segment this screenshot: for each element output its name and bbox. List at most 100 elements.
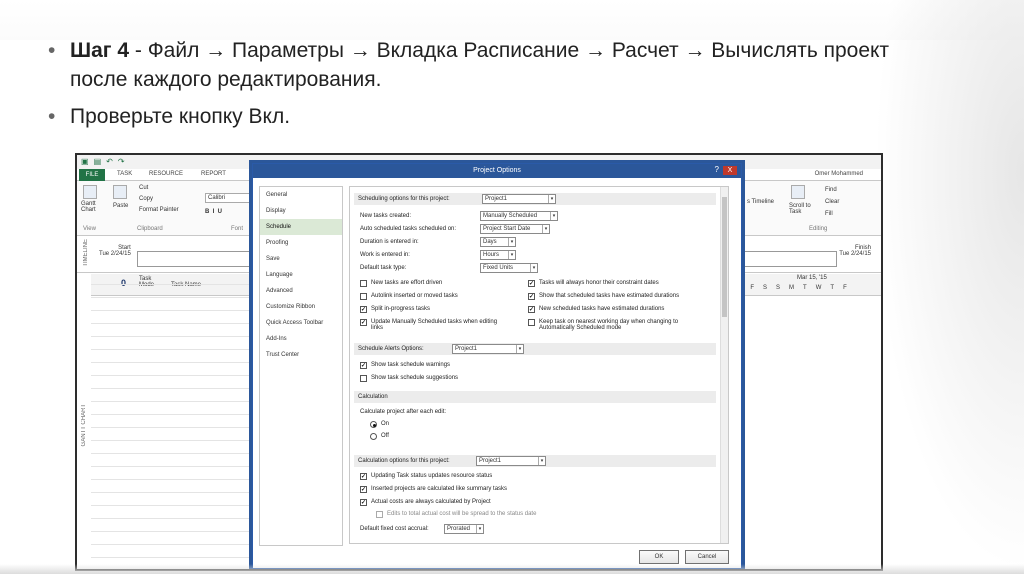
day-label: T — [803, 285, 807, 291]
check-label: New tasks are effort driven — [371, 280, 443, 286]
nav-language[interactable]: Language — [260, 267, 342, 283]
clear-button[interactable]: Clear — [825, 199, 839, 205]
update-manual-checkbox[interactable] — [360, 319, 367, 326]
cut-button[interactable]: Cut — [139, 185, 148, 191]
nav-quick-access-toolbar[interactable]: Quick Access Toolbar — [260, 315, 342, 331]
spread-costs-checkbox[interactable] — [376, 511, 383, 518]
fill-button[interactable]: Fill — [825, 211, 833, 217]
select-value: Hours — [483, 252, 500, 258]
nav-advanced[interactable]: Advanced — [260, 283, 342, 299]
new-estimated-checkbox[interactable] — [528, 306, 535, 313]
duration-units-select[interactable]: Days ▾ — [480, 237, 516, 247]
nav-proofing[interactable]: Proofing — [260, 235, 342, 251]
update-resource-status-checkbox[interactable] — [360, 473, 367, 480]
tab-task[interactable]: TASK — [117, 171, 132, 177]
fixed-cost-select[interactable]: Prorated ▾ — [444, 524, 484, 534]
calc-question: Calculate project after each edit: — [360, 409, 447, 415]
effort-driven-checkbox[interactable] — [360, 280, 367, 287]
calc-project-select[interactable]: Project1 ▾ — [476, 456, 546, 466]
nav-add-ins[interactable]: Add-Ins — [260, 331, 342, 347]
format-painter-button[interactable]: Format Painter — [139, 207, 179, 213]
chevron-down-icon: ▾ — [530, 264, 537, 272]
check-label: Show task schedule suggestions — [371, 375, 459, 381]
group-font: Font — [231, 226, 244, 232]
honor-constraints-checkbox[interactable] — [528, 280, 535, 287]
select-value: Project1 — [455, 346, 478, 352]
day-label: S — [776, 285, 781, 291]
copy-button[interactable]: Copy — [139, 196, 153, 202]
check-label: New scheduled tasks have estimated durat… — [539, 306, 665, 312]
alerts-project-select[interactable]: Project1 ▾ — [452, 344, 524, 354]
chevron-down-icon: ▾ — [548, 195, 555, 203]
chevron-down-icon: ▾ — [538, 457, 545, 465]
chevron-down-icon: ▾ — [476, 525, 483, 533]
show-estimated-checkbox[interactable] — [528, 293, 535, 300]
timeline-label: TIMELINE — [83, 239, 89, 267]
bullet-step-text: - Файл → Параметры → Вкладка Расписание … — [70, 39, 890, 91]
schedule-warnings-checkbox[interactable] — [360, 362, 367, 369]
tab-resource[interactable]: RESOURCE — [149, 171, 183, 177]
project-options-dialog: Project Options ? X General Display Sche… — [252, 163, 742, 569]
timeline-finish-date: Tue 2/24/15 — [839, 251, 871, 257]
timeline-button[interactable]: s Timeline — [747, 199, 774, 205]
font-name-box[interactable]: Calibri — [205, 193, 255, 203]
options-scrollbar[interactable] — [720, 187, 728, 543]
check-label: Update Manually Scheduled tasks when edi… — [371, 319, 498, 331]
autolink-checkbox[interactable] — [360, 293, 367, 300]
paste-button[interactable]: Paste — [113, 203, 128, 209]
split-tasks-checkbox[interactable] — [360, 306, 367, 313]
scrollbar-thumb[interactable] — [722, 197, 727, 317]
scroll-to-task-button[interactable]: Scroll to Task — [789, 203, 815, 215]
nav-customize-ribbon[interactable]: Customize Ribbon — [260, 299, 342, 315]
bullet-check-on: • Проверьте кнопку Вкл. — [46, 102, 946, 131]
dialog-title: Project Options — [253, 164, 741, 178]
calculation-header: Calculation — [354, 391, 716, 403]
bold-italic-underline[interactable]: B I U — [205, 209, 222, 215]
paste-icon[interactable] — [113, 185, 127, 199]
undo-icon[interactable]: ↶ — [106, 157, 113, 166]
work-units-select[interactable]: Hours ▾ — [480, 250, 516, 260]
chevron-down-icon: ▾ — [508, 251, 515, 259]
inserted-projects-checkbox[interactable] — [360, 486, 367, 493]
close-button[interactable]: X — [723, 166, 737, 175]
scroll-to-task-icon[interactable] — [791, 185, 805, 199]
help-icon[interactable]: ? — [715, 165, 719, 174]
schedule-suggestions-checkbox[interactable] — [360, 375, 367, 382]
check-label: Autolink inserted or moved tasks — [371, 293, 458, 299]
check-label: Split in-progress tasks — [371, 306, 431, 312]
redo-icon[interactable]: ↷ — [118, 157, 125, 166]
schedule-options-pane: Scheduling options for this project: Pro… — [349, 186, 729, 544]
select-value: Days — [483, 239, 497, 245]
nav-display[interactable]: Display — [260, 203, 342, 219]
nav-save[interactable]: Save — [260, 251, 342, 267]
tab-report[interactable]: REPORT — [201, 171, 226, 177]
keep-working-day-checkbox[interactable] — [528, 319, 535, 326]
auto-scheduled-select[interactable]: Project Start Date ▾ — [480, 224, 550, 234]
task-type-select[interactable]: Fixed Units ▾ — [480, 263, 538, 273]
save-icon[interactable]: ▤ — [94, 157, 102, 166]
field-label: Duration is entered in: — [360, 239, 419, 245]
select-value: Project Start Date — [483, 226, 531, 232]
calc-off-radio[interactable] — [370, 433, 377, 440]
select-value: Prorated — [447, 526, 471, 532]
check-label: Edits to total actual cost will be sprea… — [387, 511, 537, 517]
find-button[interactable]: Find — [825, 187, 837, 193]
project-logo-icon: ▣ — [81, 157, 89, 166]
nav-general[interactable]: General — [260, 187, 342, 203]
nav-schedule[interactable]: Schedule — [260, 219, 342, 235]
gantt-chart-button[interactable]: Gantt Chart — [81, 201, 103, 213]
new-tasks-select[interactable]: Manually Scheduled ▾ — [480, 211, 558, 221]
scheduling-options-label: Scheduling options for this project: — [358, 196, 450, 202]
day-label: T — [830, 285, 835, 291]
bullet-dot: • — [48, 105, 56, 128]
cancel-button[interactable]: Cancel — [685, 550, 729, 564]
nav-trust-center[interactable]: Trust Center — [260, 347, 342, 363]
week-label: Mar 15, '15 — [797, 275, 827, 281]
scheduling-project-select[interactable]: Project1 ▾ — [482, 194, 556, 204]
tab-file[interactable]: FILE — [79, 169, 105, 181]
task-table[interactable] — [91, 284, 267, 569]
calc-on-radio[interactable] — [370, 421, 377, 428]
gantt-chart-icon[interactable] — [83, 185, 97, 199]
ok-button[interactable]: OK — [639, 550, 679, 564]
actual-costs-checkbox[interactable] — [360, 499, 367, 506]
